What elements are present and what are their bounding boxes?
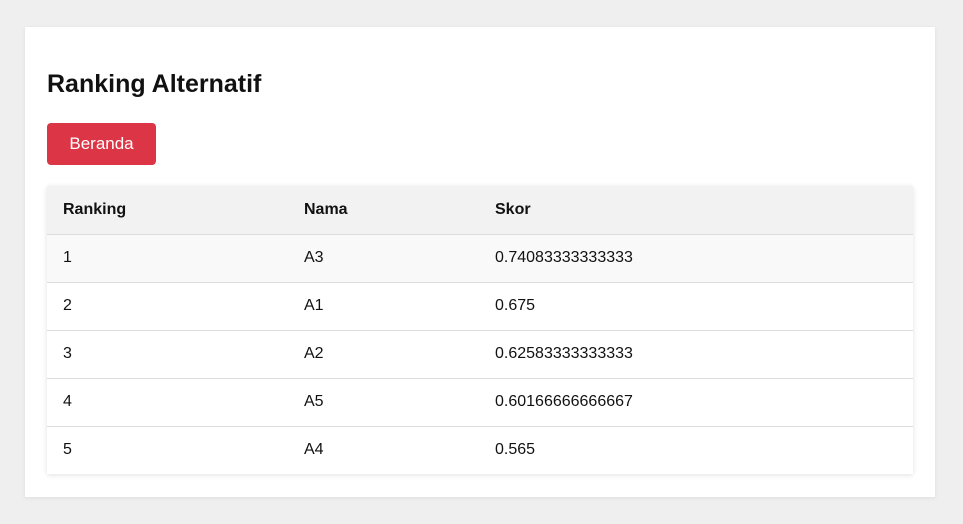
cell-skor: 0.62583333333333 xyxy=(495,345,633,362)
page-title: Ranking Alternatif xyxy=(47,70,262,98)
ranking-table: Ranking Nama Skor 1 A3 0.74083333333333 … xyxy=(47,186,913,474)
cell-ranking: 1 xyxy=(63,249,72,266)
cell-nama: A1 xyxy=(304,297,324,314)
table-row: 5 A4 0.565 xyxy=(47,426,913,474)
cell-nama: A2 xyxy=(304,345,324,362)
cell-ranking: 4 xyxy=(63,393,72,410)
cell-ranking: 2 xyxy=(63,297,72,314)
cell-skor: 0.675 xyxy=(495,297,536,314)
column-header-ranking: Ranking xyxy=(47,186,288,234)
column-header-nama: Nama xyxy=(288,186,479,234)
cell-nama: A4 xyxy=(304,441,324,459)
cell-nama: A5 xyxy=(304,393,324,410)
table-row: 4 A5 0.60166666666667 xyxy=(47,378,913,426)
ranking-table-container: Ranking Nama Skor 1 A3 0.74083333333333 … xyxy=(47,186,913,474)
cell-ranking: 3 xyxy=(63,345,72,362)
home-button[interactable]: Beranda xyxy=(47,123,156,165)
table-row: 1 A3 0.74083333333333 xyxy=(47,234,913,282)
cell-skor: 0.565 xyxy=(495,441,536,459)
table-row: 3 A2 0.62583333333333 xyxy=(47,330,913,378)
cell-nama: A3 xyxy=(304,249,324,266)
cell-ranking: 5 xyxy=(63,441,72,459)
cell-skor: 0.74083333333333 xyxy=(495,249,633,266)
table-header-row: Ranking Nama Skor xyxy=(47,186,913,234)
content-card: Ranking Alternatif Beranda Ranking Nama … xyxy=(25,27,935,497)
cell-skor: 0.60166666666667 xyxy=(495,393,633,410)
column-header-skor: Skor xyxy=(479,186,913,234)
table-row: 2 A1 0.675 xyxy=(47,282,913,330)
